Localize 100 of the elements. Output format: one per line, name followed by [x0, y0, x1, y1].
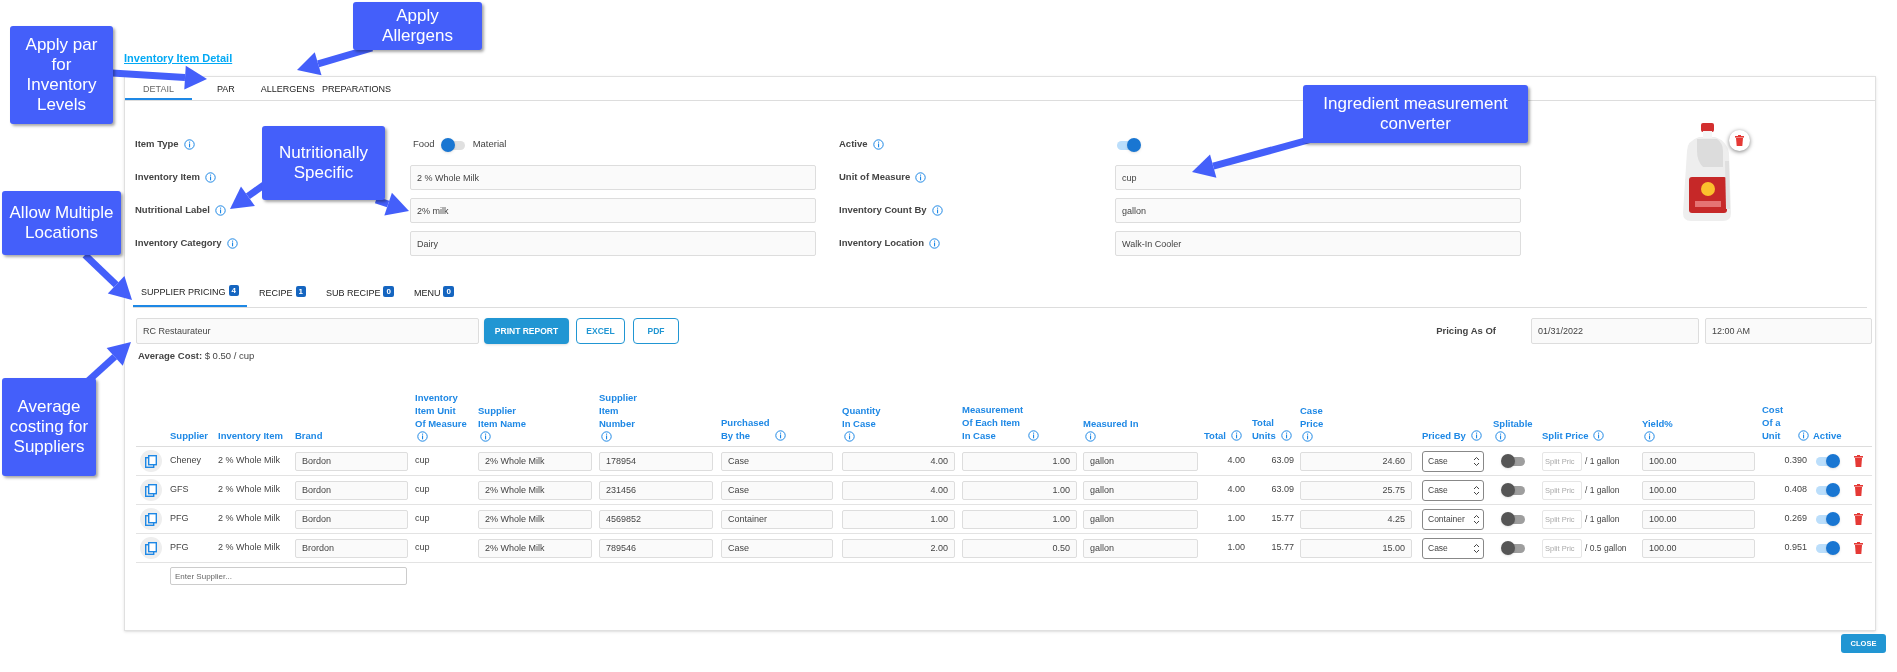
toggle-switch[interactable] — [1501, 541, 1527, 555]
copy-button[interactable] — [140, 508, 162, 530]
delete-button[interactable] — [1852, 454, 1864, 468]
input-field[interactable]: 1.00 — [842, 509, 955, 529]
info-icon[interactable] — [931, 205, 943, 216]
copy-button[interactable] — [140, 537, 162, 559]
input-field[interactable]: 1.00 — [962, 480, 1077, 500]
tab[interactable]: PAR — [217, 84, 235, 95]
tab[interactable]: RECIPE 1 — [251, 281, 314, 307]
info-icon[interactable] — [1644, 431, 1655, 442]
tab[interactable]: DETAIL — [143, 84, 174, 95]
input-field[interactable]: 100.00 — [1642, 451, 1755, 471]
select-dropdown[interactable]: Case — [1422, 537, 1484, 559]
info-icon[interactable] — [1593, 430, 1605, 441]
toggle-switch[interactable] — [1501, 483, 1527, 497]
tab[interactable]: ALLERGENS — [260, 84, 315, 95]
info-icon[interactable] — [417, 431, 428, 442]
toggle-switch[interactable] — [1814, 512, 1840, 526]
input-field[interactable]: 2% Whole Milk — [478, 480, 592, 500]
input-field[interactable]: 1.00 — [962, 509, 1077, 529]
input-field[interactable]: Container — [721, 509, 833, 529]
date-field[interactable]: 01/31/2022 — [1531, 318, 1699, 344]
input-field[interactable]: 100.00 — [1642, 538, 1755, 558]
input-field[interactable]: Walk-In Cooler — [1115, 231, 1521, 256]
input-field[interactable]: 178954 — [599, 451, 713, 471]
input-field[interactable]: 2% Whole Milk — [478, 538, 592, 558]
input-field[interactable]: 2% Whole Milk — [478, 509, 592, 529]
toggle-switch[interactable] — [1501, 454, 1527, 468]
search-field[interactable]: RC Restaurateur — [136, 318, 479, 344]
input-field[interactable]: 2.00 — [842, 538, 955, 558]
chevron-icon — [1473, 513, 1480, 525]
select-dropdown[interactable]: Container — [1422, 508, 1484, 530]
info-icon[interactable] — [214, 205, 226, 216]
input-field[interactable]: 231456 — [599, 480, 713, 500]
input-field[interactable]: Case — [721, 480, 833, 500]
tab[interactable]: SUPPLIER PRICING 4 — [133, 281, 247, 307]
info-icon[interactable] — [183, 139, 195, 150]
input-field[interactable]: 4.00 — [842, 480, 955, 500]
copy-button[interactable] — [140, 479, 162, 501]
input-field[interactable]: 15.00 — [1300, 538, 1412, 558]
input-field[interactable]: Case — [721, 451, 833, 471]
input-field[interactable]: 4.00 — [842, 451, 955, 471]
input-field[interactable]: gallon — [1083, 509, 1198, 529]
input-field[interactable]: Bordon — [295, 480, 408, 500]
tab[interactable]: PREPARATIONS — [321, 84, 392, 95]
info-icon[interactable] — [844, 431, 855, 442]
info-icon[interactable] — [226, 238, 238, 249]
toggle-switch[interactable] — [1501, 512, 1527, 526]
info-icon[interactable] — [1302, 431, 1313, 442]
tab[interactable]: MENU 0 — [405, 281, 462, 307]
input-field[interactable]: 100.00 — [1642, 509, 1755, 529]
input-field[interactable]: Bordon — [295, 451, 408, 471]
toggle-switch[interactable] — [1115, 137, 1141, 152]
input-field[interactable]: gallon — [1083, 451, 1198, 471]
input-field[interactable]: 2% milk — [410, 198, 816, 223]
input-field[interactable]: Dairy — [410, 231, 816, 256]
select-dropdown[interactable]: Case — [1422, 479, 1484, 501]
info-icon[interactable] — [1085, 431, 1096, 442]
info-icon[interactable] — [480, 431, 491, 442]
info-icon[interactable] — [872, 139, 884, 150]
input-field[interactable]: 0.50 — [962, 538, 1077, 558]
info-icon[interactable] — [1470, 430, 1482, 441]
input-field[interactable]: gallon — [1115, 198, 1521, 223]
delete-button[interactable] — [1852, 541, 1864, 555]
copy-button[interactable] — [140, 450, 162, 472]
input-field[interactable]: 24.60 — [1300, 451, 1412, 471]
input-field[interactable]: 1.00 — [962, 451, 1077, 471]
info-icon[interactable] — [929, 238, 940, 249]
delete-button[interactable] — [1852, 483, 1864, 497]
input-field[interactable]: gallon — [1083, 538, 1198, 558]
info-icon[interactable] — [915, 172, 927, 183]
input-field[interactable]: 4569852 — [599, 509, 713, 529]
input-field[interactable]: gallon — [1083, 480, 1198, 500]
tab[interactable]: SUB RECIPE 0 — [317, 281, 402, 307]
input-field[interactable]: Enter Supplier... — [170, 567, 407, 585]
info-icon[interactable] — [1280, 430, 1292, 441]
input-field[interactable]: Brordon — [295, 538, 408, 558]
toggle-switch[interactable] — [440, 137, 467, 152]
input-field[interactable]: Case — [721, 538, 833, 558]
input-field[interactable]: 2% Whole Milk — [478, 451, 592, 471]
input-field[interactable]: 2 % Whole Milk — [410, 165, 816, 190]
toggle-switch[interactable] — [1814, 483, 1840, 497]
input-field[interactable]: 4.25 — [1300, 509, 1412, 529]
delete-button[interactable] — [1852, 512, 1864, 526]
info-icon[interactable] — [1495, 431, 1506, 442]
toggle-switch[interactable] — [1814, 454, 1840, 468]
toggle-switch[interactable] — [1814, 541, 1840, 555]
input-field[interactable]: 25.75 — [1300, 480, 1412, 500]
time-field[interactable]: 12:00 AM — [1705, 318, 1872, 344]
info-icon[interactable] — [1231, 430, 1242, 441]
input-field[interactable]: cup — [1115, 165, 1521, 190]
info-icon[interactable] — [601, 431, 612, 442]
info-icon[interactable] — [204, 172, 216, 183]
info-icon[interactable] — [1028, 430, 1040, 441]
input-field[interactable]: 789546 — [599, 538, 713, 558]
info-icon[interactable] — [774, 430, 786, 441]
input-field[interactable]: Bordon — [295, 509, 408, 529]
select-dropdown[interactable]: Case — [1422, 450, 1484, 472]
input-field[interactable]: 100.00 — [1642, 480, 1755, 500]
info-icon[interactable] — [1798, 430, 1809, 441]
